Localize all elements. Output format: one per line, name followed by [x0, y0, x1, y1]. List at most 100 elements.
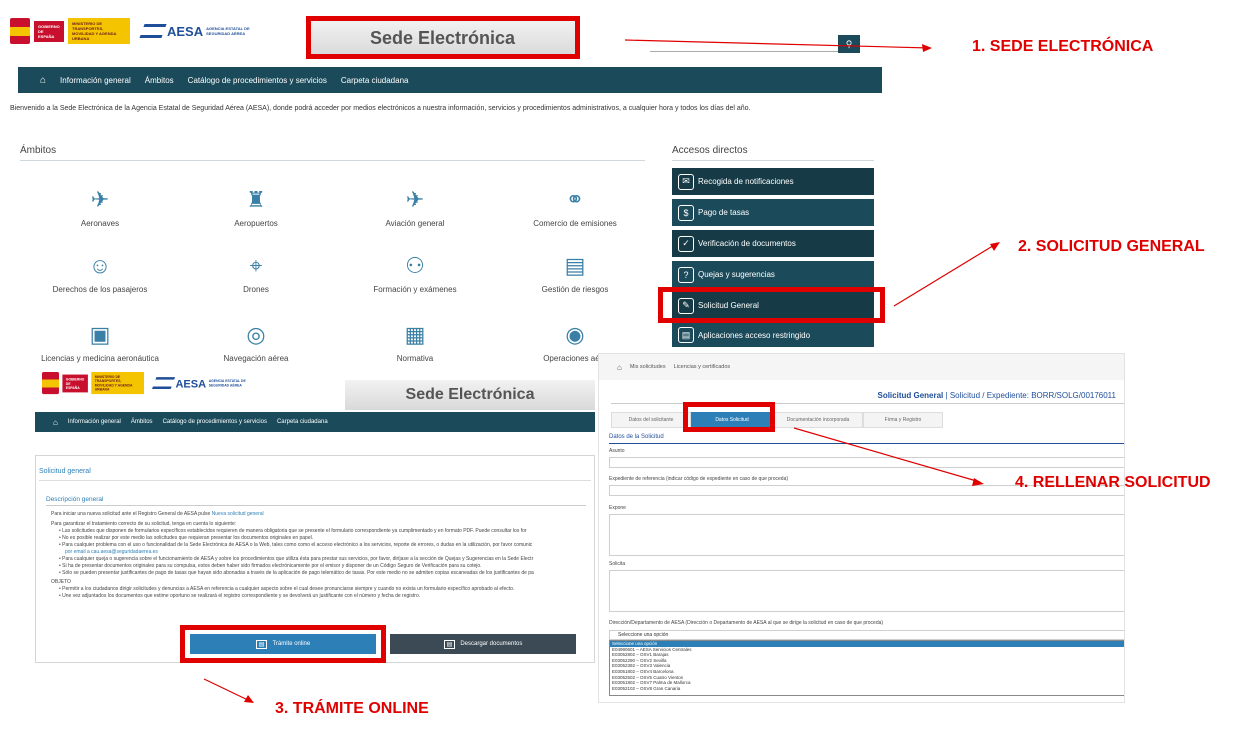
highlight-sede [306, 16, 580, 59]
aesa-name: AESA [167, 23, 204, 39]
nav-catalogo[interactable]: Catálogo de procedimientos y servicios [163, 419, 267, 425]
globe-icon: ◎ [246, 322, 266, 347]
main-nav-2: ⌂ Información general Ámbitos Catálogo d… [35, 412, 595, 432]
nav-carpeta[interactable]: Carpeta ciudadana [341, 76, 409, 85]
option[interactable]: E03052102 – OSV8 Gran Canaria [610, 686, 1124, 692]
bullet-3b: por email a cau.aesa@seguridadaerea.es [65, 549, 158, 555]
acceso-pago-tasas[interactable]: $ Pago de tasas [672, 199, 874, 226]
document-check-icon: ✓ [678, 235, 694, 252]
intro-line: Para iniciar una nueva solicitud ante el… [51, 511, 264, 517]
gov-logo-bar: GOBIERNO DE ESPAÑA MINISTERIO DE TRANSPO… [10, 18, 250, 44]
descargar-documentos-button[interactable]: ▤ Descargar documentos [390, 634, 576, 654]
aesa-logo: AESA AGENCIA ESTATAL DE SEGURIDAD AÉREA [139, 23, 250, 39]
home-icon[interactable]: ⌂ [53, 418, 58, 427]
drone-icon: ⌖ [249, 253, 263, 278]
risk-document-icon: ▤ [564, 253, 586, 278]
speech-bubble-icon: ? [678, 266, 694, 283]
download-icon: ▤ [443, 639, 456, 649]
handshake-icon: ⚭ [565, 187, 585, 212]
direccion-options: Seleccione una opción E04990601 – AESA S… [609, 640, 1124, 696]
objeto-label: OBJETO [51, 579, 71, 585]
bullet-1: • Las solicitudes que disponen de formul… [59, 528, 527, 534]
ambitos-title: Ámbitos [20, 145, 645, 161]
ambito-licencias[interactable]: ▣ Licencias y medicina aeronáutica [30, 322, 170, 363]
aesa-subtitle: AGENCIA ESTATAL DE SEGURIDAD AÉREA [206, 26, 250, 36]
acceso-verificacion[interactable]: ✓ Verificación de documentos [672, 230, 874, 257]
obj-bullet-2: • Une vez adjuntados los documentos que … [59, 593, 421, 599]
gov-label: GOBIERNO DE ESPAÑA [62, 374, 88, 392]
bullet-4: • Para cualquier queja o sugerencia sobr… [59, 556, 534, 562]
highlight-solicitud [658, 287, 885, 323]
passengers-icon: ☺ [88, 253, 112, 278]
acceso-notificaciones[interactable]: ✉ Recogida de notificaciones [672, 168, 874, 195]
gov-label: GOBIERNO DE ESPAÑA [34, 20, 64, 42]
ambito-navegacion[interactable]: ◎ Navegación aérea [186, 322, 326, 363]
nav-carpeta[interactable]: Carpeta ciudadana [277, 419, 328, 425]
radar-icon: ◉ [565, 322, 585, 347]
welcome-text: Bienvenido a la Sede Electrónica de la A… [10, 105, 751, 112]
ambito-normativa[interactable]: ▦ Normativa [345, 322, 485, 363]
main-nav: ⌂ Información general Ámbitos Catálogo d… [18, 67, 882, 93]
airplane-icon: ✈ [90, 187, 110, 212]
ambito-gestion-riesgos[interactable]: ▤ Gestión de riesgos [505, 253, 645, 294]
direccion-select[interactable]: Seleccione una opción [609, 630, 1124, 640]
solicita-textarea[interactable] [609, 570, 1124, 612]
bullet-2: • No es posible realizar por este medio … [59, 535, 314, 541]
home-icon[interactable]: ⌂ [617, 363, 622, 372]
ambito-aeropuertos[interactable]: ♜ Aeropuertos [186, 187, 326, 228]
nav-informacion[interactable]: Información general [68, 419, 121, 425]
ambito-derechos-pasajeros[interactable]: ☺ Derechos de los pasajeros [30, 253, 170, 294]
annotation-1: 1. SEDE ELECTRÓNICA [972, 38, 1154, 55]
expone-textarea[interactable] [609, 514, 1124, 556]
ambito-formacion[interactable]: ⚇ Formación y exámenes [345, 253, 485, 294]
intro-line-2: Para garantizar el tratamiento correcto … [51, 521, 237, 527]
lock-document-icon: ▤ [678, 327, 694, 343]
ministry-label: MINISTERIO DE TRANSPORTES, MOVILIDAD Y A… [68, 18, 130, 44]
desc-title: Descripción general [46, 496, 586, 506]
aesa-mark-icon [152, 377, 176, 389]
step-datos-solicitante[interactable]: Datos del solicitante [611, 412, 691, 428]
acceso-aplicaciones[interactable]: ▤ Aplicaciones acceso restringido [672, 323, 874, 347]
panel-title: Solicitud general [39, 468, 91, 475]
annotation-3: 3. TRÁMITE ONLINE [275, 700, 429, 717]
acceso-quejas[interactable]: ? Quejas y sugerencias [672, 261, 874, 288]
highlight-datos-solicitud [683, 402, 775, 432]
crumb-licencias[interactable]: Licencias y certificados [674, 364, 731, 370]
obj-bullet-1: • Permitir a los ciudadanos dirigir soli… [59, 586, 515, 592]
annotation-2: 2. SOLICITUD GENERAL [1018, 238, 1205, 255]
ministry-label: MINISTERIO DE TRANSPORTES, MOVILIDAD Y A… [91, 372, 144, 395]
label-asunto: Asunto [609, 448, 625, 454]
arrow-3 [203, 678, 254, 703]
control-tower-icon: ♜ [246, 187, 266, 212]
accesos-title: Accesos directos [672, 145, 874, 161]
sede-banner-title: Sede Electrónica [405, 386, 535, 403]
highlight-tramite [180, 625, 386, 663]
nav-informacion[interactable]: Información general [60, 76, 131, 85]
document-icon: ▦ [404, 322, 426, 347]
bullet-6: • Sólo se pueden presentar justificantes… [59, 570, 534, 576]
nueva-solicitud-link[interactable]: Nueva solicitud general [212, 511, 264, 517]
bullet-5: • Si ha de presentar documentos original… [59, 563, 482, 569]
aesa-name: AESA [175, 376, 207, 390]
nav-ambitos[interactable]: Ámbitos [145, 76, 174, 85]
home-icon[interactable]: ⌂ [40, 75, 46, 86]
coat-of-arms-icon [10, 18, 30, 44]
nav-catalogo[interactable]: Catálogo de procedimientos y servicios [188, 76, 327, 85]
nav-ambitos[interactable]: Ámbitos [131, 419, 153, 425]
label-expone: Expone [609, 505, 626, 511]
bullet-3: • Para cualquier problema con el uso o f… [59, 542, 533, 548]
label-solicita: Solicita [609, 561, 626, 567]
ambito-aeronaves[interactable]: ✈ Aeronaves [30, 187, 170, 228]
ambito-comercio-emisiones[interactable]: ⚭ Comercio de emisiones [505, 187, 645, 228]
ambito-drones[interactable]: ⌖ Drones [186, 253, 326, 294]
ambito-aviacion-general[interactable]: ✈ Aviación general [345, 187, 485, 228]
aesa-mark-icon [139, 24, 167, 38]
coin-icon: $ [678, 204, 694, 221]
desc-body: Para iniciar una nueva solicitud ante el… [51, 511, 586, 600]
people-icon: ⚇ [405, 253, 425, 278]
crumb-mis-solicitudes[interactable]: Mis solicitudes [630, 364, 666, 370]
sede-banner-2: Sede Electrónica [345, 380, 595, 410]
form-heading: Solicitud General | Solicitud / Expedien… [877, 391, 1116, 400]
arrow-2 [893, 242, 1000, 307]
label-direccion: Dirección/Departamento de AESA (Direcció… [609, 620, 884, 626]
